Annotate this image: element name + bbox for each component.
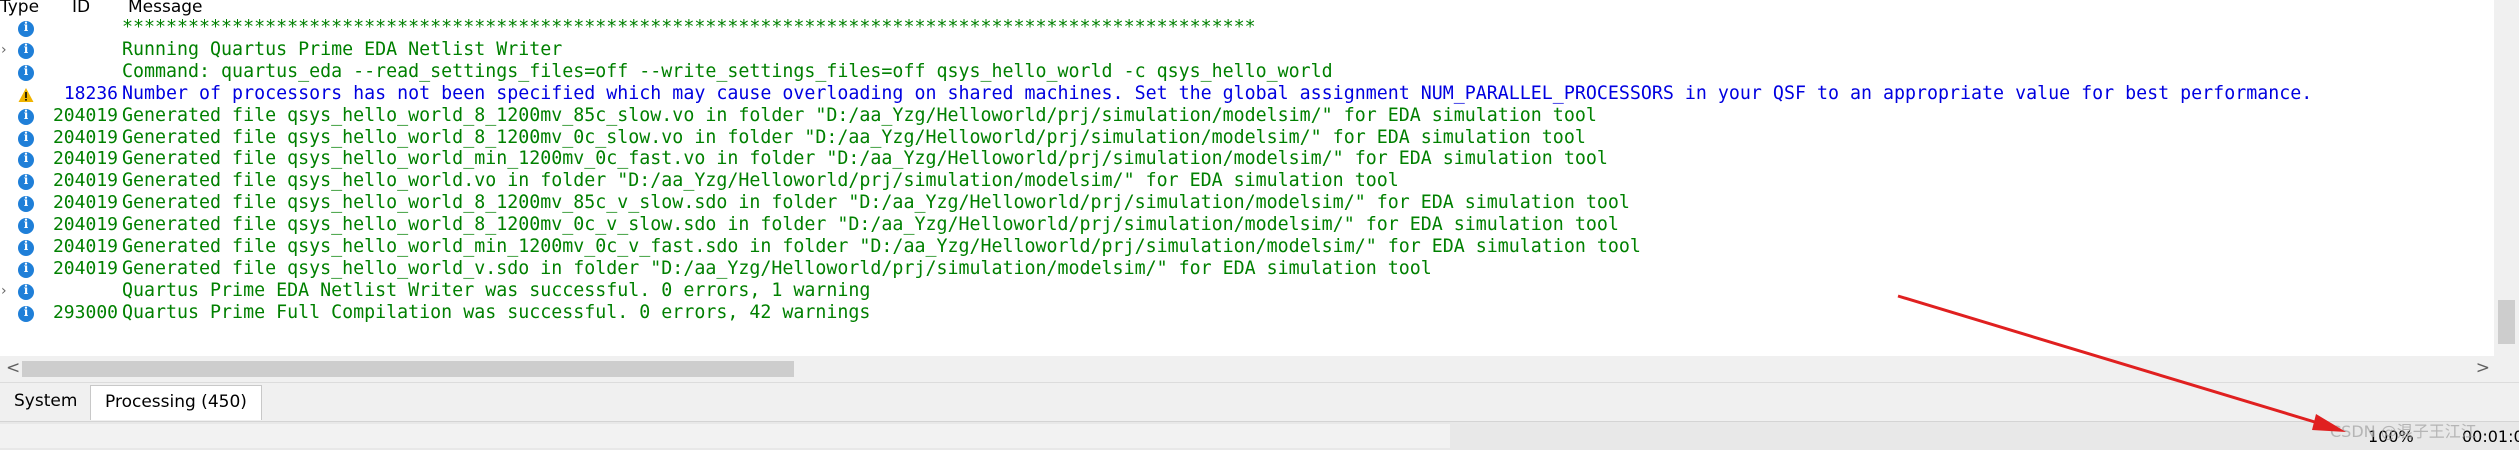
message-text: Generated file qsys_hello_world_8_1200mv… xyxy=(122,214,1619,236)
message-text: Generated file qsys_hello_world_8_1200mv… xyxy=(122,192,1630,214)
message-text: Number of processors has not been specif… xyxy=(122,82,2313,104)
message-id: 204019 xyxy=(52,236,118,257)
column-type-header[interactable]: Type xyxy=(0,0,39,17)
scrollbar-corner xyxy=(2494,356,2519,382)
messages-panel: Type ID Message ************************… xyxy=(0,0,2494,356)
info-icon xyxy=(18,217,34,235)
message-tabs: System Processing (450) xyxy=(0,382,2519,421)
message-row[interactable]: Command: quartus_eda --read_settings_fil… xyxy=(0,60,2494,84)
message-row[interactable]: 204019Generated file qsys_hello_world_8_… xyxy=(0,104,2494,128)
message-row[interactable]: 204019Generated file qsys_hello_world_v.… xyxy=(0,257,2494,281)
watermark: CSDN @混子王江江 xyxy=(2330,422,2477,441)
info-icon xyxy=(18,195,34,213)
info-icon xyxy=(18,261,34,278)
message-row[interactable]: 204019Generated file qsys_hello_world_8_… xyxy=(0,126,2494,150)
message-text: Generated file qsys_hello_world_8_1200mv… xyxy=(122,104,1597,126)
message-id: 204019 xyxy=(52,104,118,126)
message-id: 204019 xyxy=(52,192,118,214)
info-icon xyxy=(18,20,34,37)
message-id: 204019 xyxy=(52,126,118,148)
info-icon xyxy=(18,239,34,256)
message-id: 204019 xyxy=(52,257,118,279)
scroll-left-icon[interactable]: < xyxy=(6,358,20,378)
horizontal-scrollbar[interactable]: < > xyxy=(0,356,2494,382)
message-text: Generated file qsys_hello_world_8_1200mv… xyxy=(122,126,1586,148)
message-text: Generated file qsys_hello_world_min_1200… xyxy=(122,148,1608,170)
info-icon xyxy=(18,151,34,169)
message-id: 204019 xyxy=(52,170,118,192)
warning-icon xyxy=(18,87,34,102)
message-id: 293000 xyxy=(52,301,118,323)
info-icon xyxy=(18,64,34,81)
message-text: Quartus Prime Full Compilation was succe… xyxy=(122,301,871,323)
message-text: Generated file qsys_hello_world_min_1200… xyxy=(122,236,1641,257)
message-text: Quartus Prime EDA Netlist Writer was suc… xyxy=(122,279,871,301)
message-text: Generated file qsys_hello_world_v.sdo in… xyxy=(122,257,1432,279)
message-row[interactable]: ****************************************… xyxy=(0,17,2494,40)
expand-chevron-icon[interactable]: › xyxy=(1,42,11,58)
message-row[interactable]: 204019Generated file qsys_hello_world_8_… xyxy=(0,214,2494,237)
horizontal-scroll-thumb[interactable] xyxy=(22,361,794,377)
info-icon xyxy=(18,305,34,322)
column-id-header[interactable]: ID xyxy=(72,0,90,17)
status-left-pane xyxy=(0,424,1450,448)
message-id: 18236 xyxy=(63,82,118,104)
message-row[interactable]: 204019Generated file qsys_hello_world_mi… xyxy=(0,236,2494,259)
message-row[interactable]: › Running Quartus Prime EDA Netlist Write… xyxy=(0,38,2494,62)
info-icon xyxy=(18,173,34,191)
message-row[interactable]: 18236 Number of processors has not been s… xyxy=(0,82,2494,106)
expand-chevron-icon[interactable]: › xyxy=(1,283,11,299)
message-text: Command: quartus_eda --read_settings_fil… xyxy=(122,60,1333,82)
message-id: 204019 xyxy=(52,214,118,236)
message-row[interactable]: › Quartus Prime EDA Netlist Writer was su… xyxy=(0,279,2494,303)
vertical-scrollbar[interactable] xyxy=(2494,0,2519,356)
info-icon xyxy=(18,283,34,300)
message-id: 204019 xyxy=(52,148,118,170)
info-icon xyxy=(18,108,34,125)
message-text: Generated file qsys_hello_world.vo in fo… xyxy=(122,170,1399,192)
status-bar: 100% 00:01:07 xyxy=(0,421,2519,450)
vertical-scroll-thumb[interactable] xyxy=(2498,300,2515,344)
scroll-right-icon[interactable]: > xyxy=(2476,358,2490,378)
tab-processing[interactable]: Processing (450) xyxy=(90,385,262,420)
message-row[interactable]: 204019Generated file qsys_hello_world_mi… xyxy=(0,148,2494,171)
info-icon xyxy=(18,130,34,147)
tab-system[interactable]: System xyxy=(0,385,88,419)
message-row[interactable]: 204019Generated file qsys_hello_world_8_… xyxy=(0,192,2494,215)
message-row[interactable]: 204019Generated file qsys_hello_world.vo… xyxy=(0,170,2494,193)
message-row[interactable]: 293000Quartus Prime Full Compilation was… xyxy=(0,301,2494,325)
message-text: Running Quartus Prime EDA Netlist Writer xyxy=(122,38,563,60)
column-message-header[interactable]: Message xyxy=(128,0,203,17)
message-text: ****************************************… xyxy=(122,17,1256,38)
info-icon xyxy=(18,42,34,59)
